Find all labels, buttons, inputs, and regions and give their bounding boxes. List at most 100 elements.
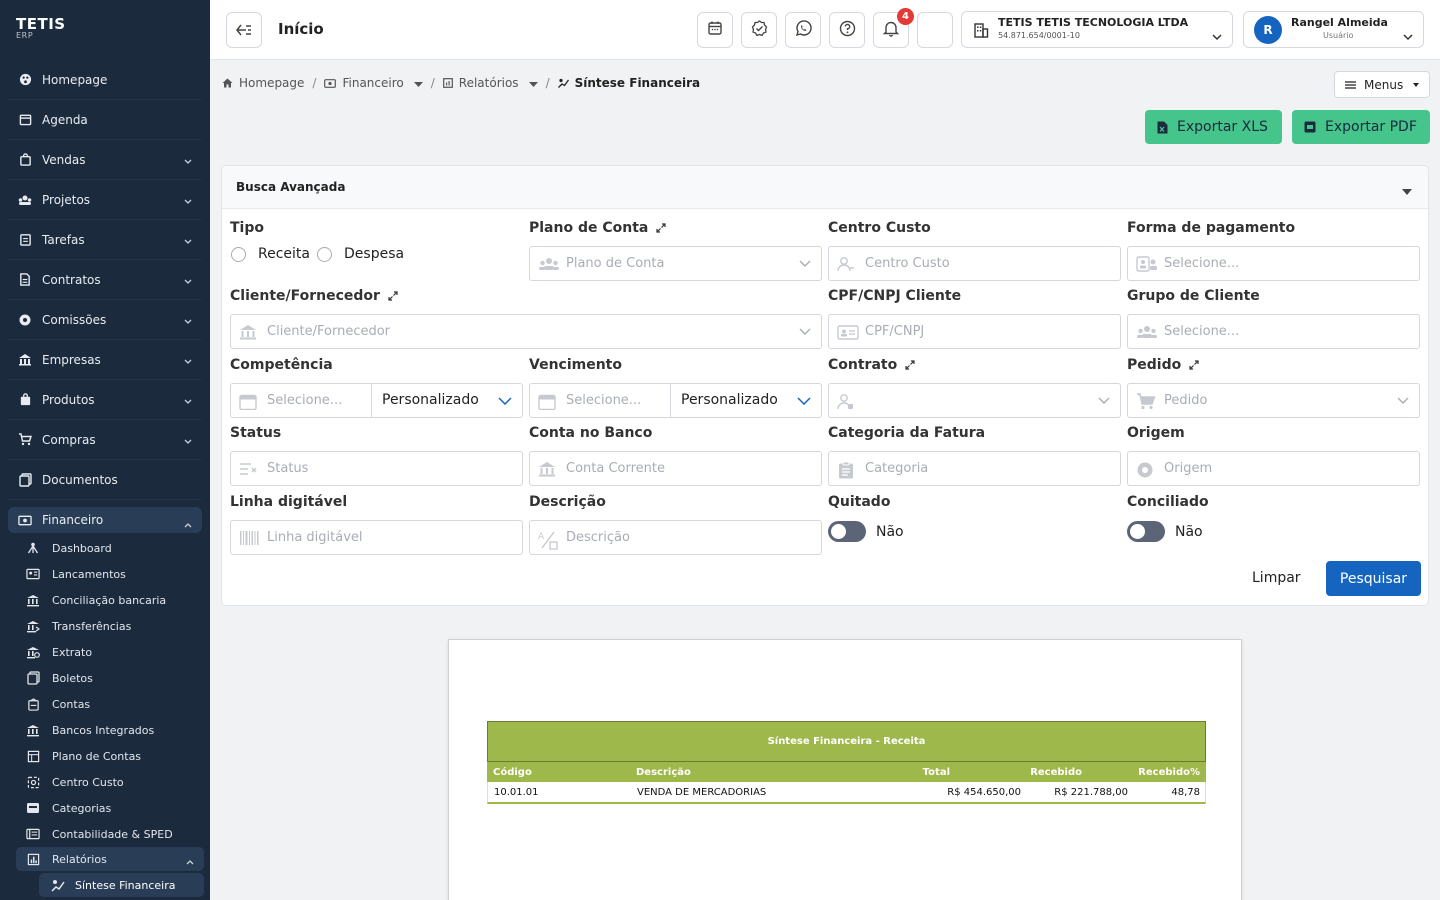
sidebar-subitem-centro-custo[interactable]: Centro Custo bbox=[0, 769, 210, 795]
sidebar-subitem-boletos[interactable]: Boletos bbox=[0, 665, 210, 691]
cart-icon bbox=[1136, 393, 1156, 410]
breadcrumb-relatorios[interactable]: Relatórios bbox=[442, 76, 538, 90]
categoria-fatura-select[interactable]: Categoria bbox=[828, 451, 1121, 486]
sidebar-subitem-categorias[interactable]: Categorias bbox=[0, 795, 210, 821]
conciliado-toggle[interactable]: Não bbox=[1127, 521, 1203, 542]
vencimento-mode-select[interactable]: Personalizado bbox=[681, 392, 778, 408]
whatsapp-button[interactable] bbox=[785, 12, 821, 48]
placeholder: Centro Custo bbox=[865, 256, 950, 271]
sidebar-subitem-extrato[interactable]: Extrato bbox=[0, 639, 210, 665]
question-icon bbox=[839, 20, 856, 41]
sidebar-item-agenda[interactable]: Agenda bbox=[8, 100, 202, 140]
report-preview: Síntese Financeira - Receita Código Desc… bbox=[448, 639, 1242, 900]
expand-icon[interactable] bbox=[388, 291, 398, 301]
table-cell: 48,78 bbox=[1171, 786, 1200, 798]
field-divider bbox=[670, 384, 671, 417]
bank-statement-icon bbox=[26, 645, 40, 659]
vencimento-date-input[interactable]: Selecione... Personalizado bbox=[529, 383, 822, 418]
search-button[interactable]: Pesquisar bbox=[1326, 561, 1421, 596]
forma-pagamento-select[interactable]: Selecione... bbox=[1127, 246, 1420, 281]
moon-icon bbox=[927, 20, 943, 40]
sidebar-item-comissoes[interactable]: Comissões bbox=[8, 300, 202, 340]
origem-select[interactable]: Origem bbox=[1127, 451, 1420, 486]
brand-logo[interactable]: TETIS ERP bbox=[0, 0, 210, 58]
plano-conta-select[interactable]: Plano de Conta bbox=[529, 246, 822, 281]
user-menu[interactable]: R Rangel Almeida Usuário bbox=[1243, 11, 1424, 48]
file-excel-icon bbox=[1157, 121, 1168, 134]
breadcrumb-home[interactable]: Homepage bbox=[222, 76, 304, 90]
advanced-search-header[interactable]: Busca Avançada bbox=[222, 166, 1428, 209]
sidebar-item-homepage[interactable]: Homepage bbox=[8, 60, 202, 100]
competencia-date-input[interactable]: Selecione... Personalizado bbox=[230, 383, 523, 418]
toggle-switch[interactable] bbox=[828, 521, 866, 542]
sidebar-subitem-label: Plano de Contas bbox=[52, 749, 142, 763]
export-xls-button[interactable]: Exportar XLS bbox=[1145, 110, 1282, 144]
cliente-fornecedor-select[interactable]: Cliente/Fornecedor bbox=[230, 314, 822, 349]
palette-icon bbox=[18, 73, 32, 87]
sidebar-subitem-bancos[interactable]: Bancos Integrados bbox=[0, 717, 210, 743]
table-cell: 10.01.01 bbox=[494, 786, 539, 798]
sidebar-subitem-label: Contas bbox=[52, 697, 91, 711]
toggle-knob bbox=[831, 524, 846, 539]
sidebar-item-documentos[interactable]: Documentos bbox=[8, 460, 202, 500]
toggle-switch[interactable] bbox=[1127, 521, 1165, 542]
sidebar-item-financeiro[interactable]: Financeiro bbox=[8, 507, 202, 533]
sidebar-item-tarefas[interactable]: Tarefas bbox=[8, 220, 202, 260]
expand-icon[interactable] bbox=[1189, 360, 1199, 370]
sidebar-subitem-sintese-financeira[interactable]: Síntese Financeira bbox=[39, 873, 204, 897]
column-header: Descrição bbox=[636, 766, 691, 778]
sidebar-item-empresas[interactable]: Empresas bbox=[8, 340, 202, 380]
contrato-label: Contrato bbox=[828, 357, 915, 373]
sidebar-item-vendas[interactable]: Vendas bbox=[8, 140, 202, 180]
sidebar-item-contratos[interactable]: Contratos bbox=[8, 260, 202, 300]
cpf-cnpj-input[interactable]: CPF/CNPJ bbox=[828, 314, 1121, 349]
bell-icon bbox=[882, 20, 900, 41]
report-table: Síntese Financeira - Receita Código Desc… bbox=[487, 721, 1206, 804]
quitado-toggle[interactable]: Não bbox=[828, 521, 904, 542]
label-text: Contrato bbox=[828, 357, 898, 373]
tipo-despesa-radio[interactable]: Despesa bbox=[317, 246, 404, 262]
sidebar-item-label: Compras bbox=[42, 432, 96, 447]
sidebar-subitem-conciliacao[interactable]: Conciliação bancaria bbox=[0, 587, 210, 613]
company-selector[interactable]: TETIS TETIS TECNOLOGIA LTDA 54.871.654/0… bbox=[961, 11, 1233, 48]
sidebar-subitem-lancamentos[interactable]: Lancamentos bbox=[0, 561, 210, 587]
competencia-mode-select[interactable]: Personalizado bbox=[382, 392, 479, 408]
linha-digitavel-input[interactable]: Linha digitável bbox=[230, 520, 523, 555]
chevron-down-icon bbox=[799, 260, 811, 267]
sidebar-item-produtos[interactable]: Produtos bbox=[8, 380, 202, 420]
contrato-select[interactable] bbox=[828, 383, 1121, 418]
verified-button[interactable] bbox=[741, 12, 777, 48]
expand-icon[interactable] bbox=[656, 223, 666, 233]
menus-dropdown-button[interactable]: Menus bbox=[1334, 71, 1430, 98]
clear-button[interactable]: Limpar bbox=[1252, 570, 1301, 586]
expand-icon[interactable] bbox=[905, 360, 915, 370]
export-pdf-button[interactable]: Exportar PDF bbox=[1292, 110, 1430, 144]
status-select[interactable]: Status bbox=[230, 451, 523, 486]
breadcrumb-financeiro[interactable]: Financeiro bbox=[324, 76, 423, 90]
sidebar-item-projetos[interactable]: Projetos bbox=[8, 180, 202, 220]
centro-custo-input[interactable]: Centro Custo bbox=[828, 246, 1121, 281]
help-button[interactable] bbox=[829, 12, 865, 48]
sidebar-subitem-contabilidade[interactable]: Contabilidade & SPED bbox=[0, 821, 210, 847]
conta-banco-select[interactable]: Conta Corrente bbox=[529, 451, 822, 486]
company-name: TETIS TETIS TECNOLOGIA LTDA bbox=[998, 16, 1189, 29]
tipo-receita-radio[interactable]: Receita bbox=[231, 246, 310, 262]
sidebar-item-compras[interactable]: Compras bbox=[8, 420, 202, 460]
sidebar-subitem-label: Centro Custo bbox=[52, 775, 124, 789]
sidebar-subitem-dashboard[interactable]: Dashboard bbox=[0, 535, 210, 561]
sidebar-item-label: Contratos bbox=[42, 272, 101, 287]
sidebar-subitem-contas[interactable]: Contas bbox=[0, 691, 210, 717]
chevron-down-icon bbox=[799, 328, 811, 335]
breadcrumb-label: Financeiro bbox=[342, 76, 404, 90]
sidebar-subitem-transferencias[interactable]: Transferências bbox=[0, 613, 210, 639]
notifications-button[interactable]: 4 bbox=[873, 8, 914, 48]
origem-label: Origem bbox=[1127, 425, 1185, 441]
grupo-cliente-select[interactable]: Selecione... bbox=[1127, 314, 1420, 349]
dark-mode-toggle[interactable] bbox=[917, 12, 953, 48]
calendar-button[interactable] bbox=[697, 12, 733, 48]
sidebar-subitem-plano-contas[interactable]: Plano de Contas bbox=[0, 743, 210, 769]
collapse-sidebar-button[interactable] bbox=[226, 12, 262, 48]
descricao-input[interactable]: A Descrição bbox=[529, 520, 822, 555]
sidebar-subitem-relatorios[interactable]: Relatórios bbox=[16, 847, 204, 871]
pedido-select[interactable]: Pedido bbox=[1127, 383, 1420, 418]
